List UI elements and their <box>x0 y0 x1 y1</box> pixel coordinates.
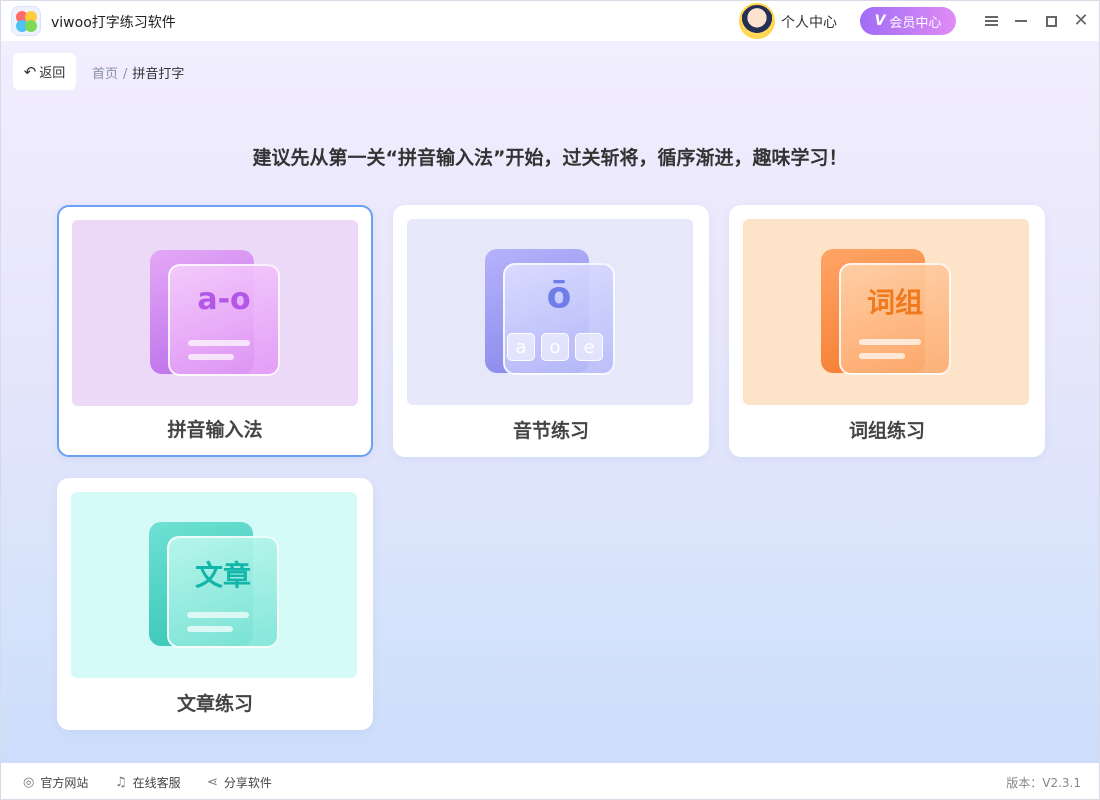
card-syllable-practice[interactable]: ō a o e 音节练习 <box>393 205 709 457</box>
title-bar: viwoo打字练习软件 个人中心 V 会员中心 ✕ <box>1 1 1099 41</box>
back-arrow-icon: ↶ <box>23 62 37 81</box>
online-service-link[interactable]: ♫ 在线客服 <box>115 774 181 791</box>
breadcrumb-home[interactable]: 首页 <box>92 67 118 82</box>
maximize-icon[interactable] <box>1041 11 1061 31</box>
headset-icon: ♫ <box>115 775 127 790</box>
pinyin-input-glyph: a-o <box>197 282 251 317</box>
vip-center-label: 会员中心 <box>889 15 942 31</box>
vip-center-button[interactable]: V 会员中心 <box>860 7 956 35</box>
card-pinyin-input[interactable]: a-o 拼音输入法 <box>57 205 373 457</box>
article-illustration: 文章 <box>71 492 357 678</box>
footer: ◎ 官方网站 ♫ 在线客服 ⋖ 分享软件 版本：V2.3.1 <box>1 763 1099 799</box>
official-website-label: 官方网站 <box>40 776 89 790</box>
back-label: 返回 <box>39 66 66 81</box>
syllable-glyph: ō <box>546 275 572 316</box>
breadcrumb: 首页 / 拼音打字 <box>92 63 184 82</box>
keycap: e <box>575 333 603 361</box>
personal-center-link[interactable]: 个人中心 <box>781 12 837 32</box>
avatar[interactable] <box>739 3 775 39</box>
page-headline: 建议先从第一关“拼音输入法”开始，过关斩将，循序渐进，趣味学习！ <box>252 147 848 169</box>
app-window: viwoo打字练习软件 个人中心 V 会员中心 ✕ ↶ 返回 首页 / 拼音打字 建… <box>0 0 1100 800</box>
share-software-label: 分享软件 <box>223 776 272 790</box>
official-website-link[interactable]: ◎ 官方网站 <box>23 774 88 791</box>
breadcrumb-separator: / <box>123 67 128 82</box>
keycap: o <box>541 333 569 361</box>
close-icon[interactable]: ✕ <box>1071 11 1091 31</box>
card-label: 音节练习 <box>512 420 589 442</box>
app-logo-icon <box>11 6 41 36</box>
online-service-label: 在线客服 <box>132 776 181 790</box>
pinyin-input-illustration: a-o <box>72 220 358 406</box>
back-button[interactable]: ↶ 返回 <box>13 53 76 90</box>
phrase-illustration: 词组 <box>743 219 1029 405</box>
minimize-icon[interactable] <box>1011 11 1031 31</box>
version-label: 版本：V2.3.1 <box>1006 776 1081 790</box>
keycap: a <box>507 333 535 361</box>
card-phrase-practice[interactable]: 词组 词组练习 <box>729 205 1045 457</box>
card-article-practice[interactable]: 文章 文章练习 <box>57 478 373 730</box>
globe-icon: ◎ <box>23 775 35 790</box>
share-software-link[interactable]: ⋖ 分享软件 <box>207 774 272 791</box>
card-label: 词组练习 <box>848 420 925 442</box>
vip-badge-icon: V <box>874 13 886 29</box>
syllable-illustration: ō a o e <box>407 219 693 405</box>
menu-icon[interactable] <box>981 11 1001 31</box>
breadcrumb-current: 拼音打字 <box>132 67 185 82</box>
card-label: 拼音输入法 <box>167 419 263 441</box>
article-glyph: 文章 <box>194 559 251 592</box>
share-icon: ⋖ <box>207 775 218 790</box>
card-label: 文章练习 <box>176 693 253 715</box>
keycaps: a o e <box>507 333 603 361</box>
phrase-glyph: 词组 <box>866 286 923 319</box>
app-title: viwoo打字练习软件 <box>51 15 176 31</box>
